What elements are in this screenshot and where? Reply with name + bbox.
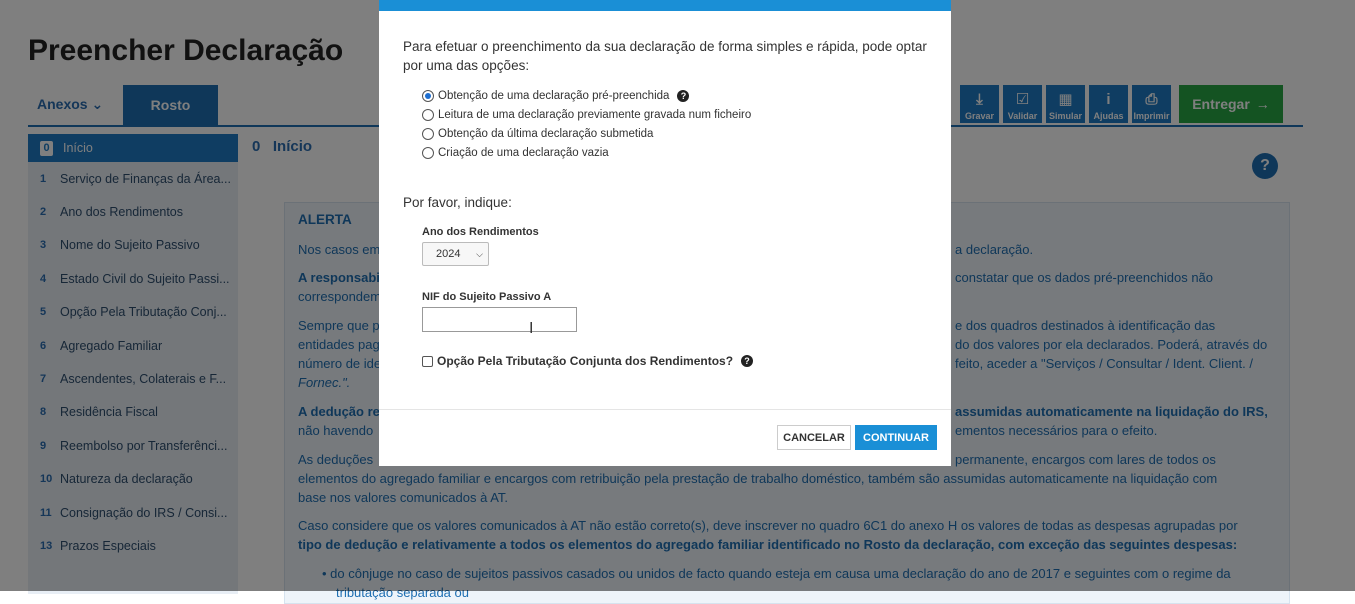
question-icon[interactable]: ? xyxy=(677,89,690,102)
dialog-intro: Para efetuar o preenchimento da sua decl… xyxy=(403,39,927,73)
question-icon[interactable]: ? xyxy=(741,355,754,367)
option-last-submitted[interactable]: Obtenção da última declaração submetida xyxy=(422,124,751,143)
options-dialog: Para efetuar o preenchimento da sua decl… xyxy=(379,0,951,466)
option-label: Obtenção de uma declaração pré-preenchid… xyxy=(438,89,670,102)
option-empty[interactable]: Criação de uma declaração vazia xyxy=(422,143,751,162)
nif-input[interactable] xyxy=(422,307,577,332)
nif-label: NIF do Sujeito Passivo A xyxy=(422,291,552,303)
option-read-file[interactable]: Leitura de uma declaração previamente gr… xyxy=(422,105,751,124)
radio-selected[interactable] xyxy=(422,89,434,102)
joint-taxation-option[interactable]: Opção Pela Tributação Conjunta dos Rendi… xyxy=(422,354,754,368)
radio-unselected[interactable] xyxy=(422,127,434,140)
joint-taxation-checkbox[interactable] xyxy=(422,355,433,367)
year-select[interactable]: 2024 ⌵ xyxy=(422,242,489,266)
radio-unselected[interactable] xyxy=(422,146,434,159)
text-cursor-icon: I xyxy=(529,320,534,337)
cancel-button[interactable]: CANCELAR xyxy=(777,425,851,450)
please-indicate-label: Por favor, indique: xyxy=(403,195,512,210)
joint-taxation-label: Opção Pela Tributação Conjunta dos Rendi… xyxy=(437,354,734,368)
option-radio-group: Obtenção de uma declaração pré-preenchid… xyxy=(422,86,751,162)
dialog-header-bar xyxy=(379,0,951,11)
option-label: Obtenção da última declaração submetida xyxy=(438,127,654,140)
option-prefilled[interactable]: Obtenção de uma declaração pré-preenchid… xyxy=(422,86,751,105)
radio-unselected[interactable] xyxy=(422,108,434,121)
continue-button[interactable]: CONTINUAR xyxy=(855,425,937,450)
chevron-down-icon: ⌵ xyxy=(476,248,483,259)
option-label: Leitura de uma declaração previamente gr… xyxy=(438,108,752,121)
option-label: Criação de uma declaração vazia xyxy=(438,146,609,159)
year-value: 2024 xyxy=(436,248,461,260)
dialog-divider xyxy=(379,409,951,410)
year-label: Ano dos Rendimentos xyxy=(422,226,539,238)
